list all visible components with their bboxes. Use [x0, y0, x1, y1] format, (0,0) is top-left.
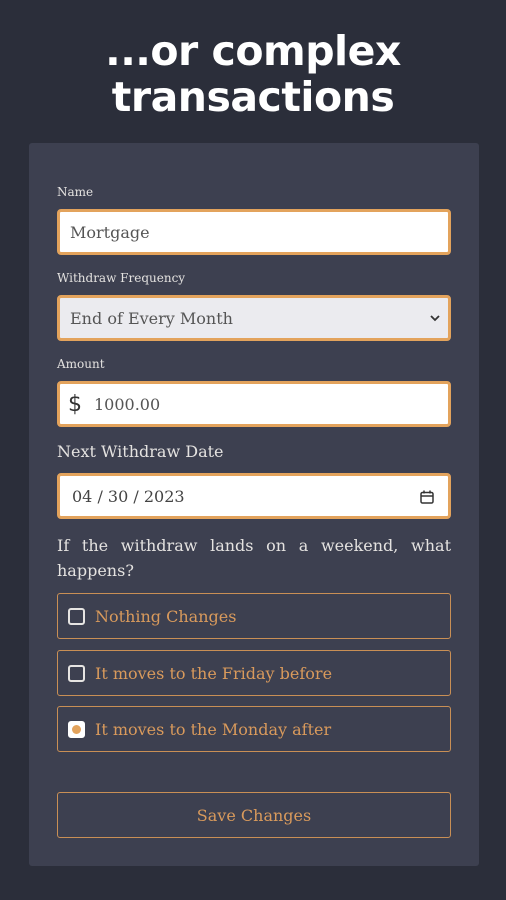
option-label: It moves to the Friday before	[95, 663, 333, 683]
headline-line-2: transactions	[111, 73, 395, 121]
name-field-value: Mortgage	[70, 222, 150, 242]
option-label: It moves to the Monday after	[95, 719, 332, 739]
checkbox-checked-icon[interactable]	[68, 720, 85, 738]
weekend-question: If the withdraw lands on a weekend, what…	[57, 536, 451, 580]
name-field[interactable]: Mortgage	[57, 209, 451, 255]
save-changes-button[interactable]: Save Changes	[57, 792, 451, 838]
transaction-form-card: Name Mortgage Withdraw Frequency End of …	[29, 143, 479, 866]
checkbox-icon[interactable]	[68, 607, 85, 625]
name-label: Name	[57, 185, 94, 199]
amount-label: Amount	[57, 357, 105, 371]
next-date-field[interactable]: 04 / 30 / 2023	[57, 473, 451, 519]
amount-field[interactable]: $ 1000.00	[57, 381, 451, 427]
headline-line-1: ...or complex	[105, 27, 401, 75]
checkbox-icon[interactable]	[68, 664, 85, 682]
frequency-label: Withdraw Frequency	[57, 271, 186, 285]
page-headline: ...or complex transactions	[0, 28, 506, 120]
amount-field-value: 1000.00	[94, 394, 161, 414]
option-friday-before[interactable]: It moves to the Friday before	[57, 650, 451, 696]
next-date-label: Next Withdraw Date	[57, 442, 224, 461]
option-nothing-changes[interactable]: Nothing Changes	[57, 593, 451, 639]
frequency-select[interactable]: End of Every Month	[57, 295, 451, 341]
option-label: Nothing Changes	[95, 606, 237, 626]
calendar-icon[interactable]	[420, 489, 434, 504]
chevron-down-icon	[430, 311, 440, 328]
frequency-selected-value: End of Every Month	[70, 308, 233, 328]
next-date-value: 04 / 30 / 2023	[72, 486, 185, 506]
dollar-sign-icon: $	[68, 391, 82, 417]
option-monday-after[interactable]: It moves to the Monday after	[57, 706, 451, 752]
